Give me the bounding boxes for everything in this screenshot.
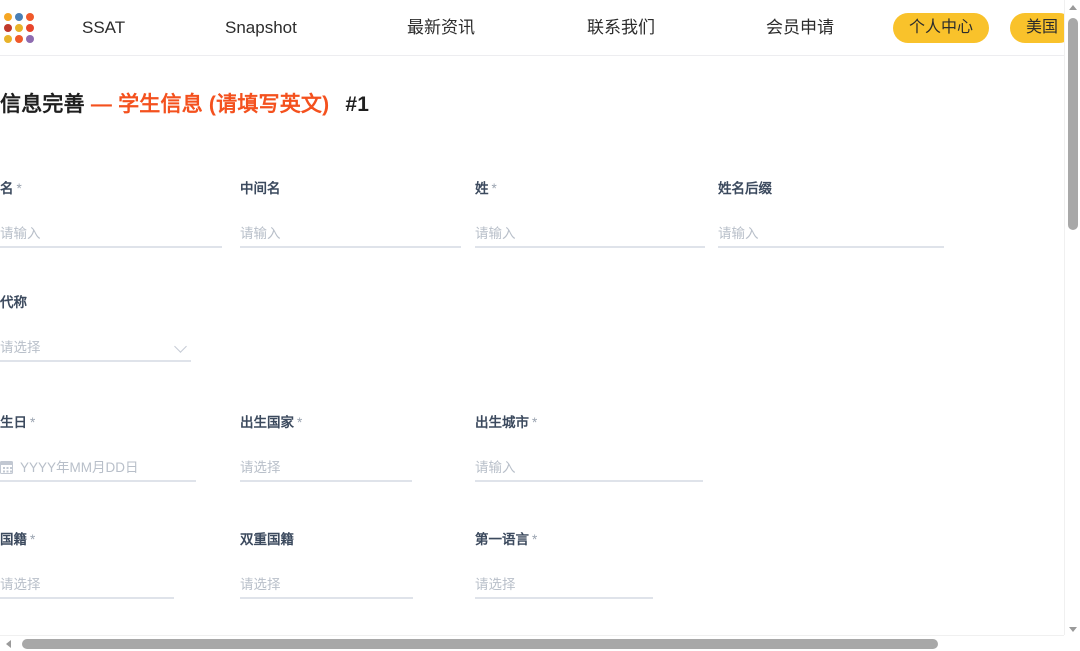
date-input[interactable]: YYYY年MM月DD日 bbox=[0, 455, 196, 482]
page-title-subtitle: — 学生信息 (请填写英文) bbox=[90, 93, 330, 116]
field-label: 国籍 * bbox=[0, 532, 36, 547]
required-marker: * bbox=[491, 181, 497, 196]
personal-center-button[interactable]: 个人中心 bbox=[893, 13, 990, 43]
form-field: 出生城市 * 请输入 bbox=[475, 414, 703, 482]
field-label: 双重国籍 bbox=[240, 532, 294, 547]
scroll-up-arrow-icon[interactable] bbox=[1069, 5, 1077, 10]
text-input[interactable]: 请输入 bbox=[240, 221, 461, 248]
nav-item-ssat[interactable]: SSAT bbox=[82, 0, 125, 56]
field-label: 名 * bbox=[0, 181, 22, 196]
required-marker: * bbox=[532, 532, 538, 547]
form-field: 代称 请选择 bbox=[0, 294, 191, 362]
field-label: 出生城市 * bbox=[475, 415, 538, 430]
page-title-main: 信息完善 bbox=[0, 93, 85, 116]
field-placeholder: 请选择 bbox=[240, 459, 281, 475]
logo-dot-1 bbox=[15, 13, 23, 21]
form-field: 中间名 请输入 bbox=[240, 180, 461, 248]
required-marker: * bbox=[297, 415, 303, 430]
field-placeholder: 请输入 bbox=[718, 225, 759, 241]
logo-dot-5 bbox=[26, 24, 34, 32]
form-field: 出生国家 * 请选择 bbox=[240, 414, 412, 482]
required-marker: * bbox=[16, 181, 22, 196]
field-placeholder: 请选择 bbox=[0, 576, 41, 592]
form-field: 国籍 * 请选择 bbox=[0, 531, 174, 599]
logo-dot-6 bbox=[4, 35, 12, 43]
horizontal-scrollbar-thumb[interactable] bbox=[22, 639, 938, 649]
field-placeholder: 请输入 bbox=[475, 459, 516, 475]
field-label: 中间名 bbox=[240, 181, 281, 196]
horizontal-scrollbar[interactable] bbox=[0, 635, 1080, 651]
field-label: 第一语言 * bbox=[475, 532, 538, 547]
student-info-form: 名 * 请输入 中间名 请输入姓 * 请输入 姓名后缀 请输入 代称 请选择 生日 * YYYY年MM月D… bbox=[0, 120, 1064, 620]
form-field: 第一语言 * 请选择 bbox=[475, 531, 653, 599]
chevron-down-icon[interactable] bbox=[174, 340, 187, 353]
logo-dot-4 bbox=[15, 24, 23, 32]
app-viewport: SSAT Snapshot 最新资讯 联系我们 会员申请 个人中心 美国 信息完… bbox=[0, 0, 1080, 651]
form-field: 姓 * 请输入 bbox=[475, 180, 705, 248]
required-marker: * bbox=[30, 532, 36, 547]
select-input[interactable]: 请选择 bbox=[475, 572, 653, 599]
select-input[interactable]: 请选择 bbox=[0, 335, 191, 362]
text-input[interactable]: 请输入 bbox=[718, 221, 944, 248]
form-field: 名 * 请输入 bbox=[0, 180, 222, 248]
nav-item-membership-apply[interactable]: 会员申请 bbox=[766, 0, 834, 56]
form-field: 姓名后缀 请输入 bbox=[718, 180, 944, 248]
form-field: 生日 * YYYY年MM月DD日 bbox=[0, 414, 196, 482]
logo-dot-2 bbox=[26, 13, 34, 21]
page-title: 信息完善 — 学生信息 (请填写英文) #1 bbox=[0, 88, 369, 118]
scrollbar-corner bbox=[1064, 635, 1080, 651]
field-placeholder: 请选择 bbox=[0, 339, 41, 355]
logo-dot-0 bbox=[4, 13, 12, 21]
scroll-left-arrow-icon[interactable] bbox=[6, 640, 11, 648]
field-label: 生日 * bbox=[0, 415, 36, 430]
field-placeholder: 请选择 bbox=[240, 576, 281, 592]
text-input[interactable]: 请输入 bbox=[0, 221, 222, 248]
calendar-icon bbox=[0, 461, 13, 474]
field-placeholder: 请选择 bbox=[475, 576, 516, 592]
field-placeholder: 请输入 bbox=[240, 225, 281, 241]
logo-dot-grid[interactable] bbox=[4, 13, 34, 43]
select-input[interactable]: 请选择 bbox=[240, 572, 413, 599]
required-marker: * bbox=[30, 415, 36, 430]
nav-item-contact-us[interactable]: 联系我们 bbox=[587, 0, 655, 56]
scroll-down-arrow-icon[interactable] bbox=[1069, 627, 1077, 632]
field-label: 出生国家 * bbox=[240, 415, 303, 430]
vertical-scrollbar[interactable] bbox=[1064, 0, 1080, 637]
field-placeholder: 请输入 bbox=[0, 225, 41, 241]
field-placeholder: 请输入 bbox=[475, 225, 516, 241]
nav-item-news[interactable]: 最新资讯 bbox=[407, 0, 475, 56]
required-marker: * bbox=[532, 415, 538, 430]
text-input[interactable]: 请输入 bbox=[475, 221, 705, 248]
page-title-step-number: #1 bbox=[345, 93, 370, 116]
field-label: 姓名后缀 bbox=[718, 181, 772, 196]
logo-dot-7 bbox=[15, 35, 23, 43]
nav-item-snapshot[interactable]: Snapshot bbox=[225, 0, 297, 56]
form-field: 双重国籍 请选择 bbox=[240, 531, 413, 599]
field-placeholder: YYYY年MM月DD日 bbox=[20, 459, 139, 475]
field-label: 姓 * bbox=[475, 181, 497, 196]
vertical-scrollbar-thumb[interactable] bbox=[1068, 18, 1078, 230]
logo-dot-3 bbox=[4, 24, 12, 32]
logo-dot-8 bbox=[26, 35, 34, 43]
select-input[interactable]: 请选择 bbox=[0, 572, 174, 599]
text-input[interactable]: 请输入 bbox=[475, 455, 703, 482]
select-input[interactable]: 请选择 bbox=[240, 455, 412, 482]
field-label: 代称 bbox=[0, 295, 27, 310]
top-navbar: SSAT Snapshot 最新资讯 联系我们 会员申请 个人中心 美国 bbox=[0, 0, 1075, 56]
